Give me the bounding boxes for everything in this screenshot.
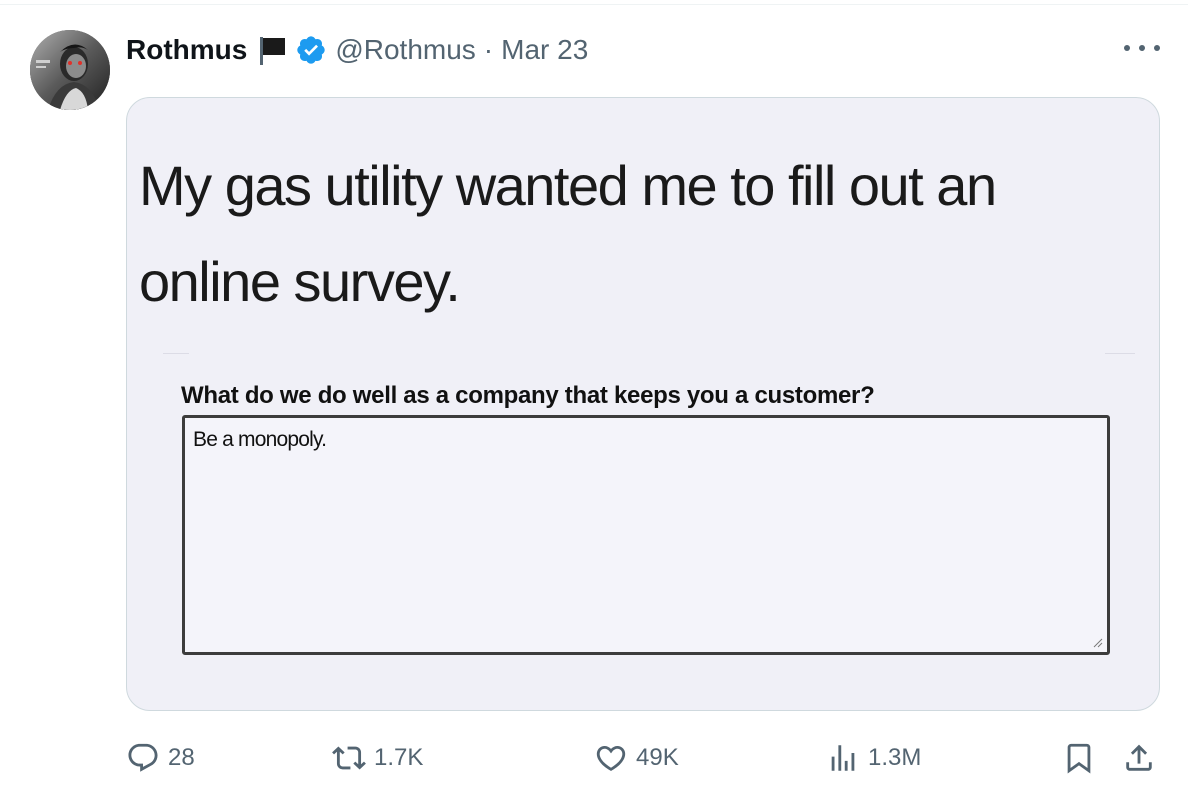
tweet-action-bar: 28 1.7K 49K 1.3M <box>126 738 1166 778</box>
tweet-header: Rothmus @Rothmus · Mar 23 <box>126 30 588 70</box>
share-upload-icon <box>1126 744 1152 771</box>
resize-handle-icon <box>1093 638 1103 648</box>
survey-question: What do we do well as a company that kee… <box>181 382 875 409</box>
reply-bubble-icon <box>128 743 158 772</box>
heart-icon <box>596 745 626 771</box>
faint-divider <box>163 353 189 354</box>
tweet-date[interactable]: Mar 23 <box>501 34 588 66</box>
top-divider <box>0 4 1188 5</box>
reply-count: 28 <box>168 744 195 771</box>
survey-answer-text: Be a monopoly. <box>193 428 327 451</box>
more-dot <box>1139 45 1145 51</box>
bookmark-icon <box>1067 743 1091 774</box>
meme-caption: My gas utility wanted me to fill out an … <box>139 154 997 313</box>
survey-answer-box: Be a monopoly. <box>182 415 1110 655</box>
retweet-button[interactable]: 1.7K <box>332 738 423 778</box>
profile-avatar-image <box>30 30 110 110</box>
views-bar-chart-icon <box>831 745 855 771</box>
author-display-name[interactable]: Rothmus <box>126 34 247 66</box>
more-dot <box>1124 45 1130 51</box>
views-count: 1.3M <box>868 744 922 771</box>
tweet-media-image[interactable]: My gas utility wanted me to fill out an … <box>126 97 1160 711</box>
bookmark-button[interactable] <box>1062 738 1096 778</box>
like-count: 49K <box>636 744 679 771</box>
retweet-icon <box>332 746 366 770</box>
views-button[interactable]: 1.3M <box>826 738 921 778</box>
author-handle[interactable]: @Rothmus <box>335 34 475 66</box>
more-horizontal-icon[interactable] <box>1124 36 1160 60</box>
faint-divider <box>1105 353 1135 354</box>
share-button[interactable] <box>1122 738 1156 778</box>
avatar[interactable] <box>30 30 110 110</box>
like-button[interactable]: 49K <box>594 738 679 778</box>
black-flag-icon <box>255 33 289 67</box>
retweet-count: 1.7K <box>374 744 424 771</box>
more-dot <box>1154 45 1160 51</box>
verified-badge-icon[interactable] <box>295 34 327 66</box>
separator-dot: · <box>483 34 494 65</box>
reply-button[interactable]: 28 <box>126 738 195 778</box>
